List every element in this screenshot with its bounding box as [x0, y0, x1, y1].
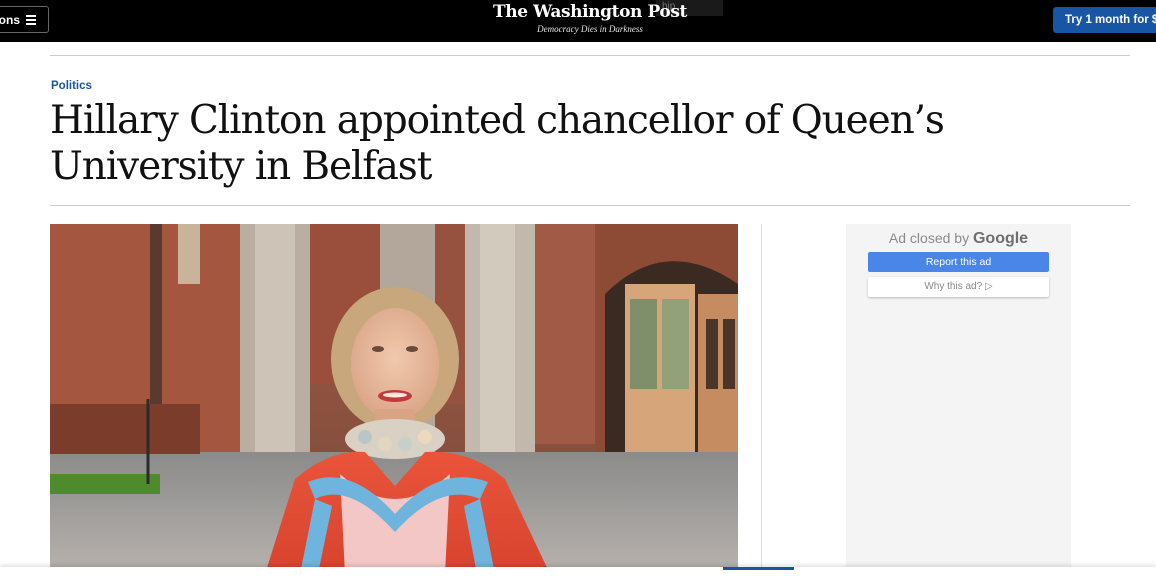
section-kicker-link[interactable]: Politics [51, 80, 92, 92]
lead-photo [50, 224, 738, 574]
logo-tagline: Democracy Dies in Darkness [537, 24, 643, 34]
why-this-ad-button[interactable]: Why this ad? ▷ [868, 277, 1049, 297]
ad-closed-notice: Ad closed by Google [846, 230, 1071, 248]
bottom-sticky-bar [0, 567, 1156, 585]
sections-menu-button[interactable]: ons [0, 6, 49, 33]
article-headline: Hillary Clinton appointed chancellor of … [50, 98, 945, 189]
ad-slot: Ad closed by Google Report this ad Why t… [846, 224, 1071, 574]
top-navigation-bar: ons hip The Washington Post Democracy Di… [0, 0, 1156, 42]
subscribe-button[interactable]: Try 1 month for $1 [1053, 7, 1156, 33]
report-ad-button[interactable]: Report this ad [868, 252, 1049, 272]
google-logo: Google [972, 230, 1029, 247]
bottom-bar-accent [723, 567, 794, 570]
logo-wordmark: The Washington Post [493, 2, 687, 22]
sections-label: ons [0, 12, 20, 27]
hamburger-menu-icon [26, 14, 36, 25]
column-divider [761, 224, 762, 574]
washington-post-logo[interactable]: The Washington Post Democracy Dies in Da… [470, 2, 710, 34]
ad-closed-prefix: Ad closed by [888, 230, 970, 246]
header-divider [50, 55, 1130, 56]
lead-photo-image [50, 224, 738, 574]
headline-divider [50, 205, 1130, 206]
